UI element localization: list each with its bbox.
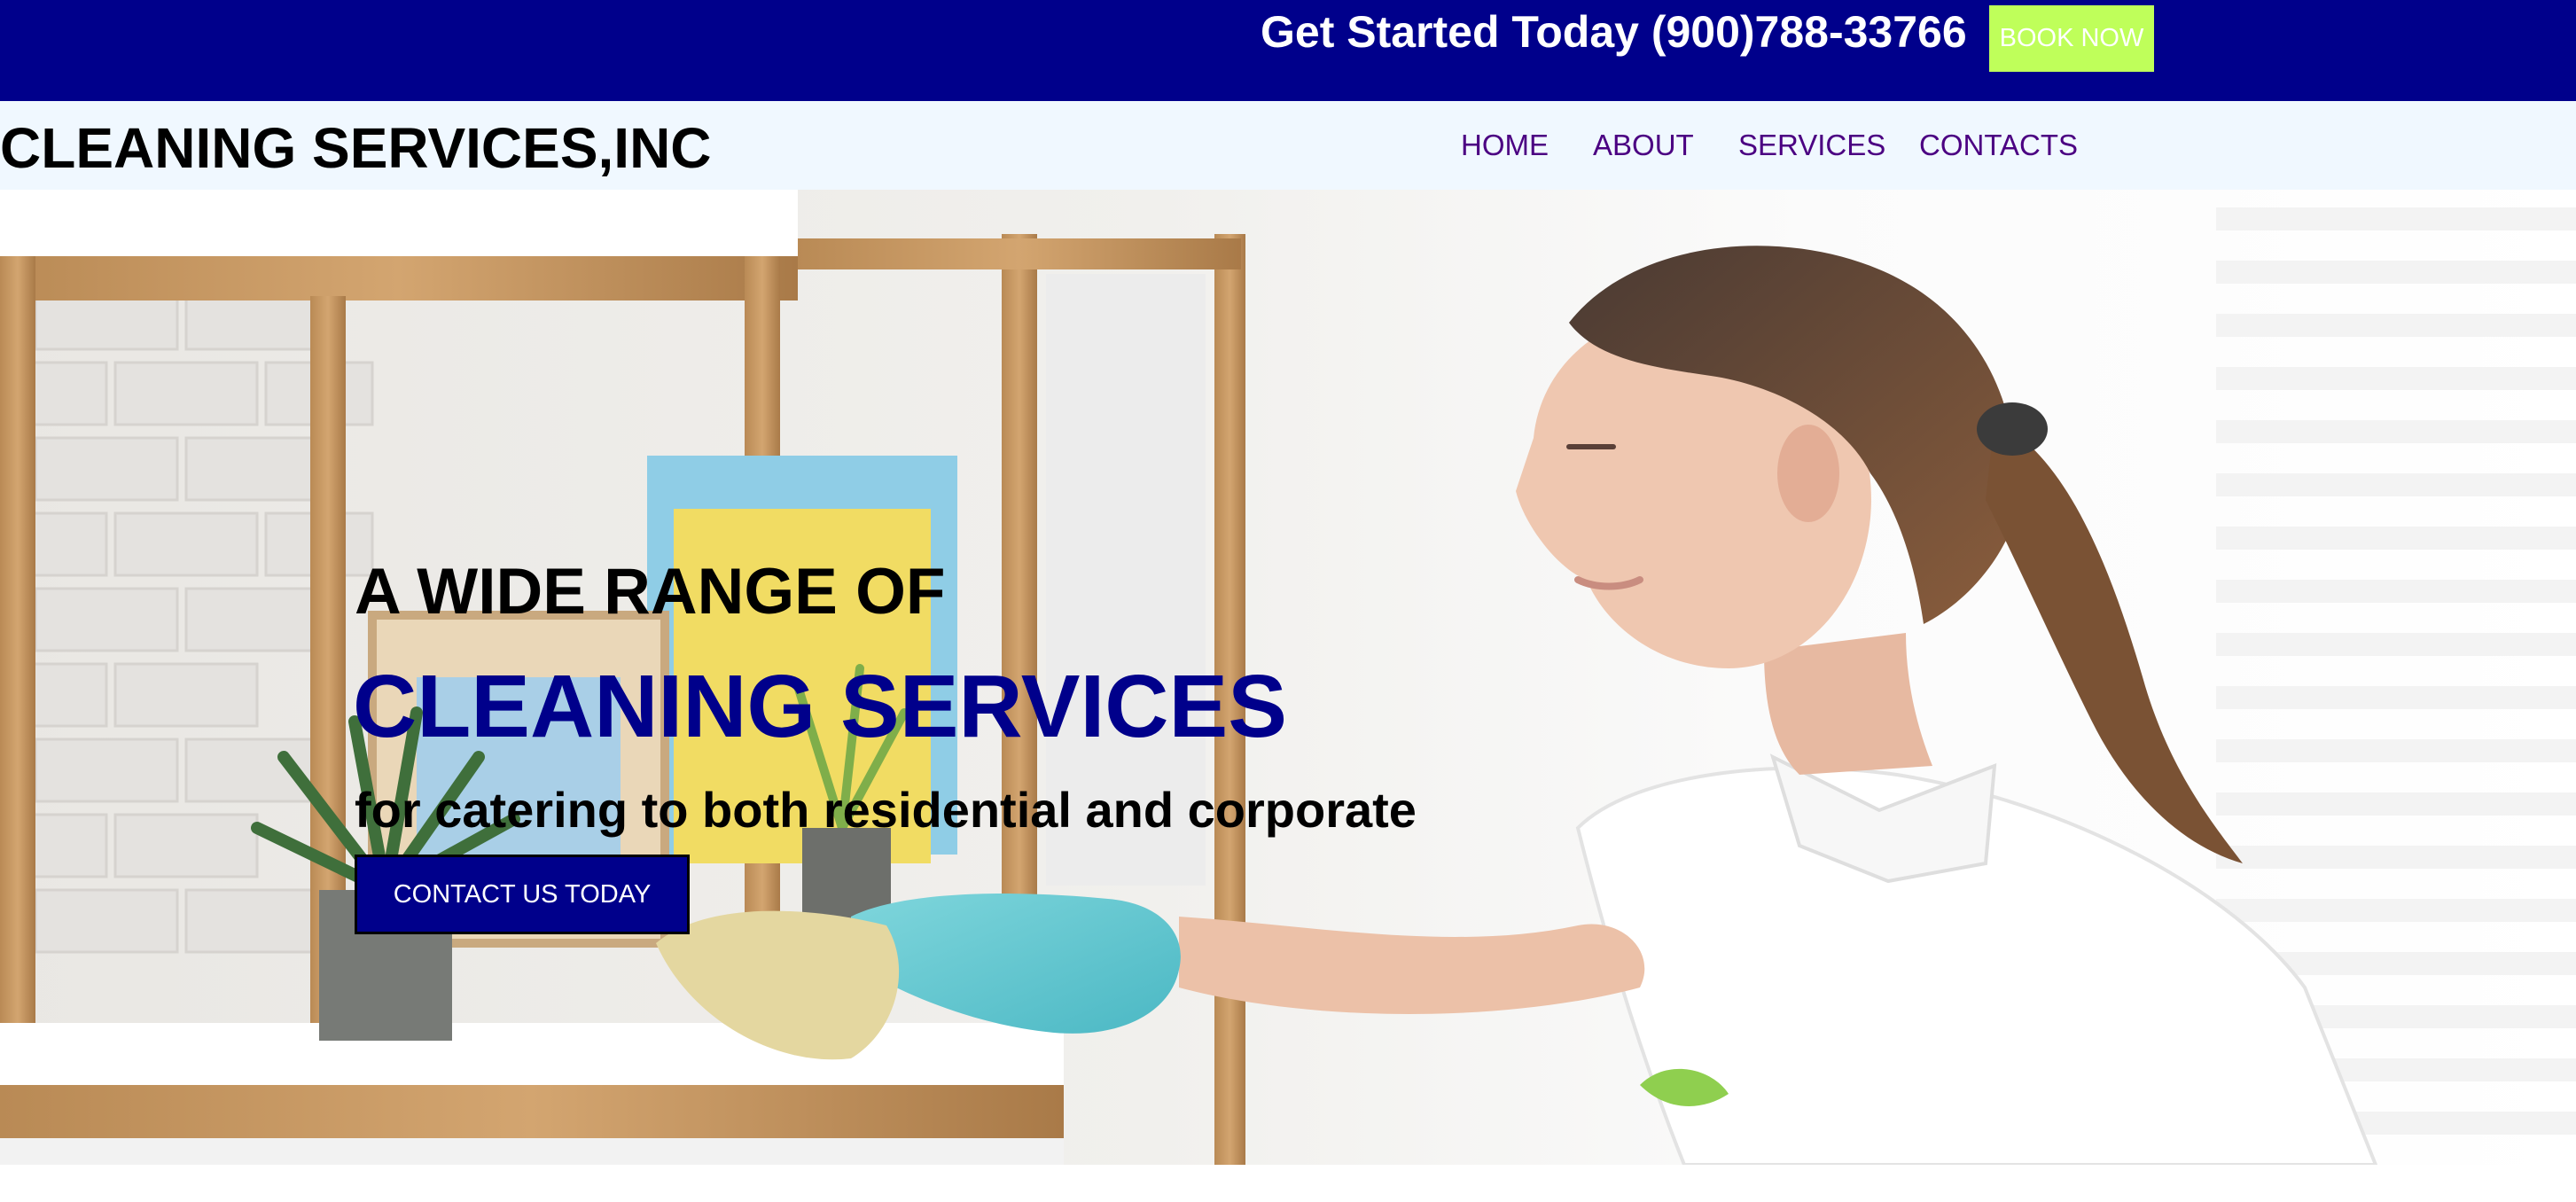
nav-item-home[interactable]: HOME — [1461, 128, 1549, 163]
nav-item-about[interactable]: ABOUT — [1593, 128, 1694, 163]
hero-section: A WIDE RANGE OF CLEANING SERVICES for ca… — [0, 190, 2576, 1165]
hero-heading-line1: A WIDE RANGE OF — [355, 556, 946, 628]
top-bar: Get Started Today (900)788-33766 BOOK NO… — [0, 0, 2576, 101]
phone-cta-text: Get Started Today (900)788-33766 — [1261, 7, 1967, 57]
contact-us-button[interactable]: CONTACT US TODAY — [355, 855, 690, 934]
site-logo[interactable]: CLEANING SERVICES,INC — [0, 117, 712, 179]
nav-item-services[interactable]: SERVICES — [1738, 128, 1885, 163]
hero-subheading: for catering to both residential and cor… — [355, 782, 1417, 838]
header: CLEANING SERVICES,INC HOME ABOUT SERVICE… — [0, 101, 2576, 190]
nav-item-contacts[interactable]: CONTACTS — [1919, 128, 2078, 163]
book-now-button[interactable]: BOOK NOW — [1989, 5, 2154, 72]
hero-heading-line2: CLEANING SERVICES — [353, 657, 1287, 756]
